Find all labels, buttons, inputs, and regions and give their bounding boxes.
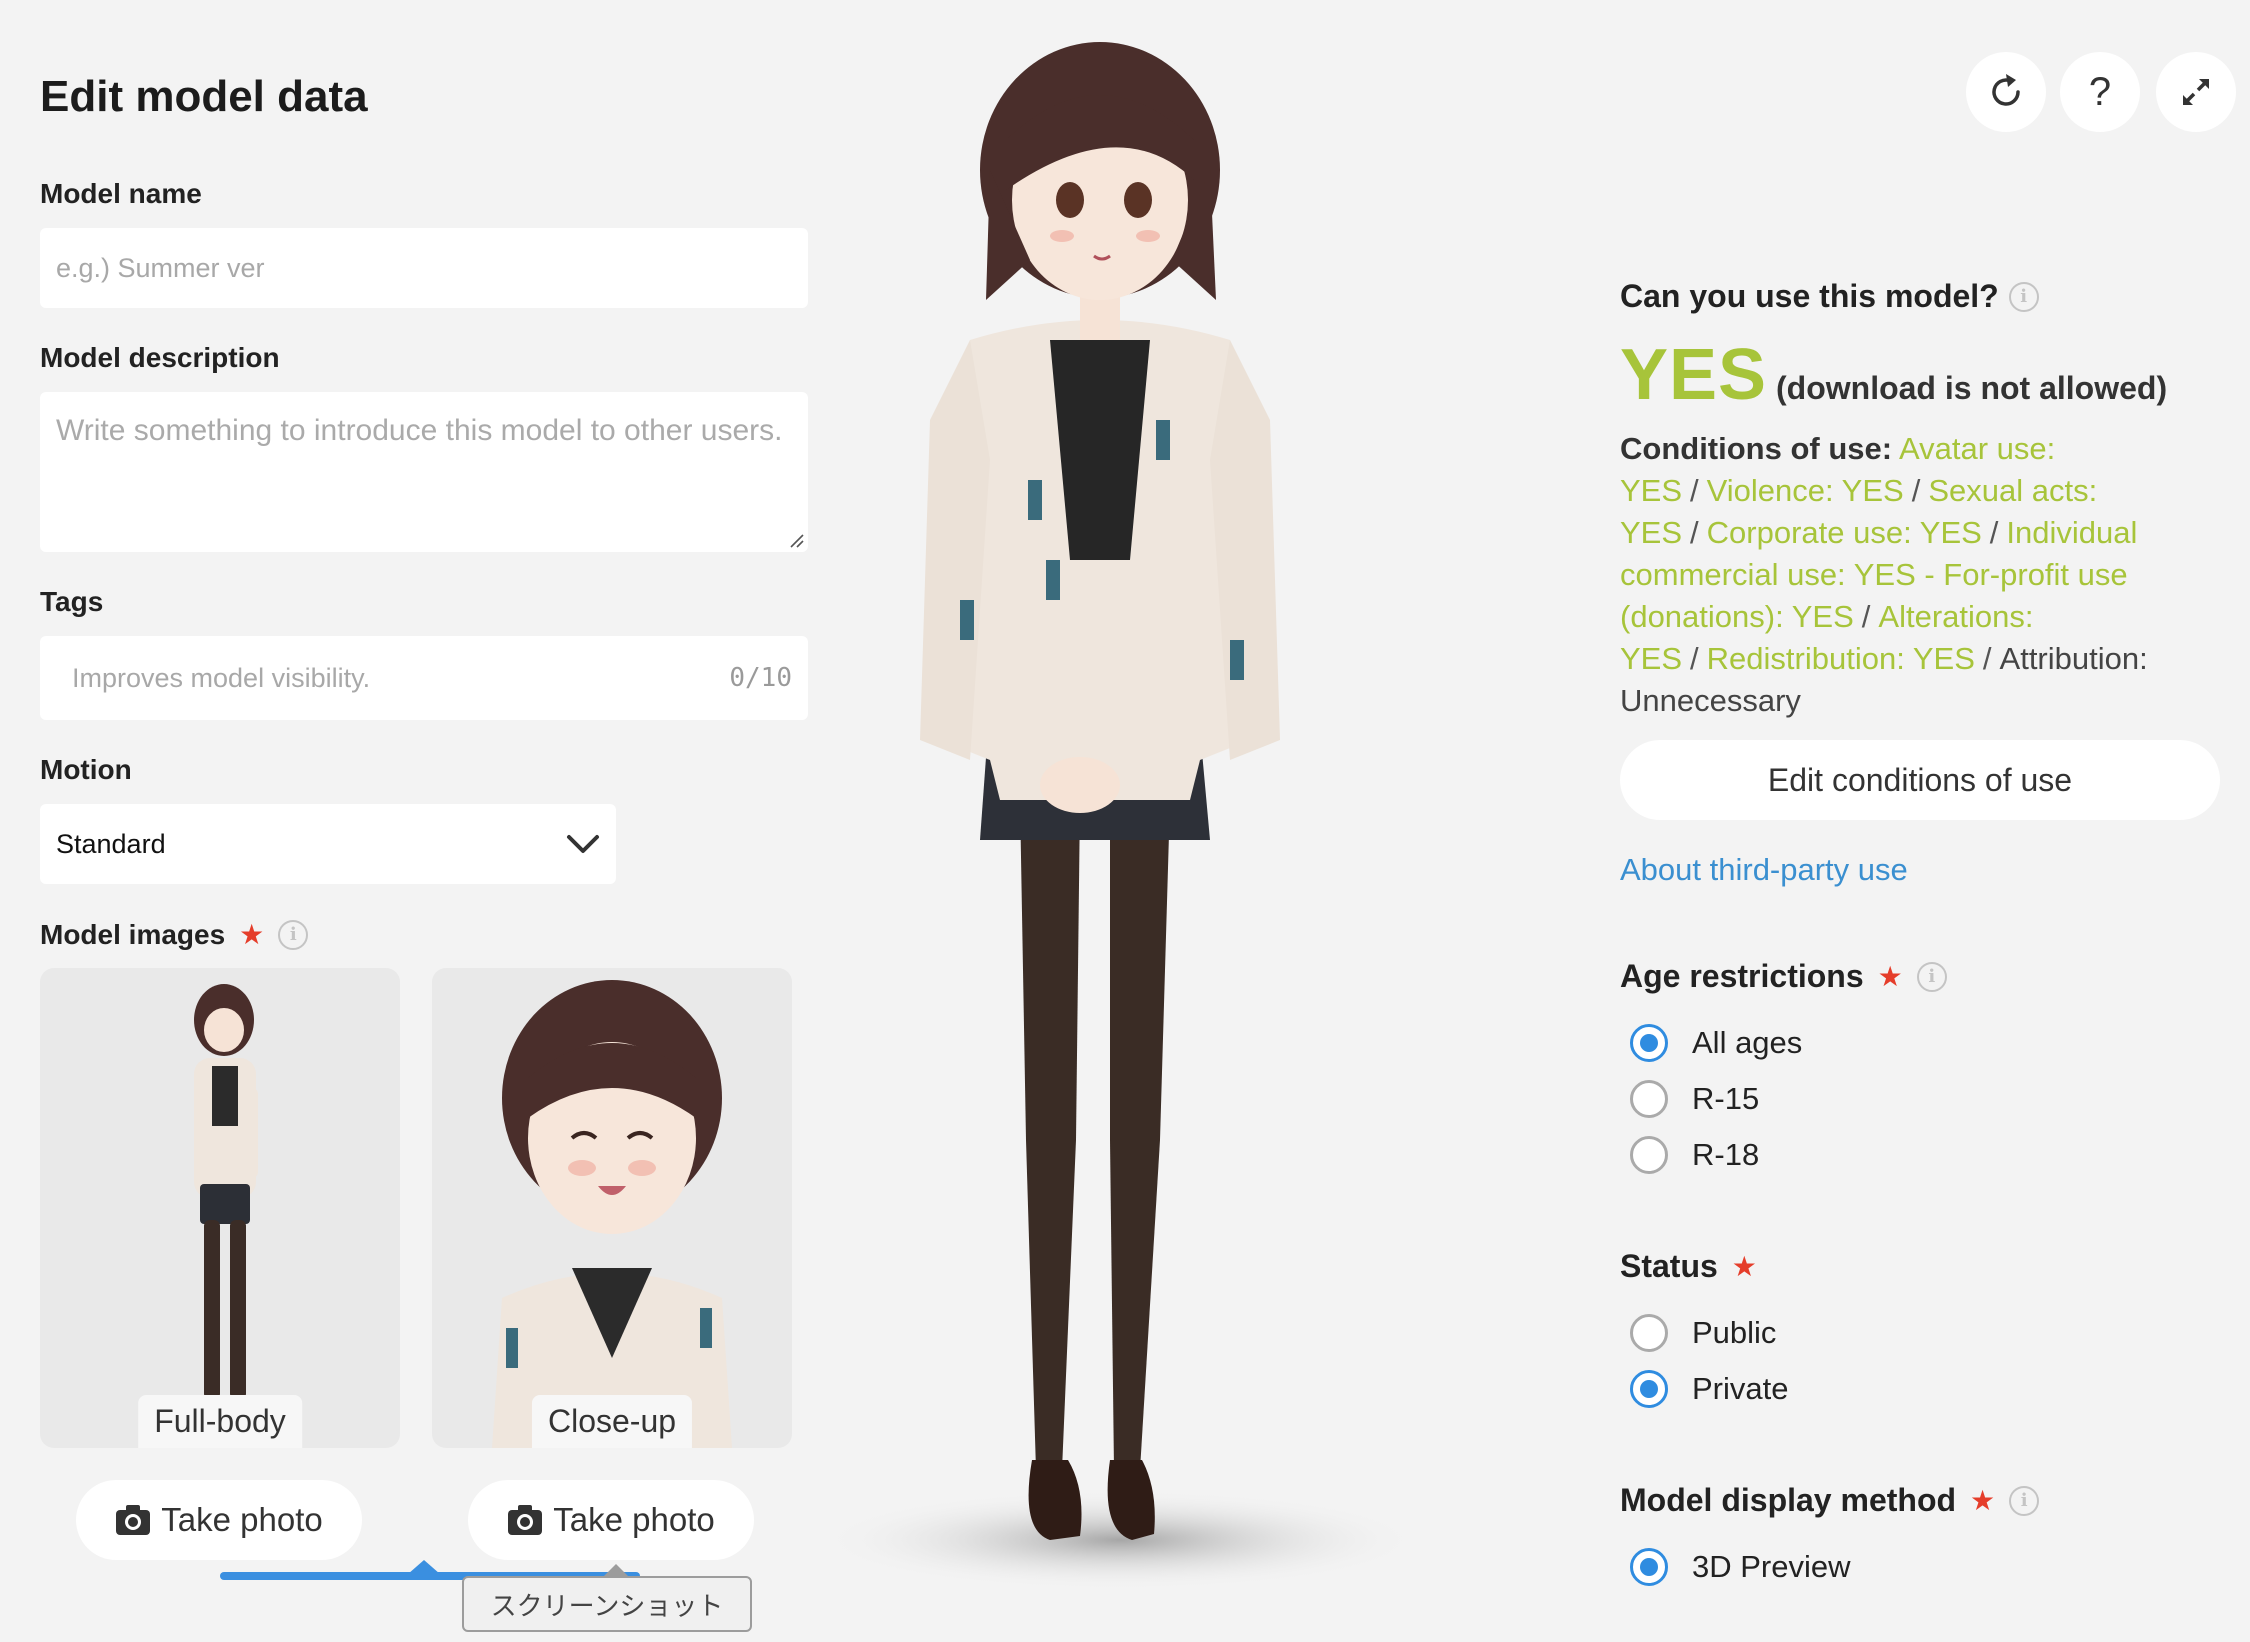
condition-separator: / <box>1690 641 1699 676</box>
model-images-label: Model images <box>40 918 226 950</box>
condition-separator: / <box>1690 515 1699 550</box>
conditions-of-use: Conditions of use: Avatar use: YES / Viole… <box>1620 428 2220 722</box>
condition-separator: / <box>1690 473 1699 508</box>
info-icon[interactable]: i <box>2008 281 2039 312</box>
info-icon[interactable]: i <box>278 919 309 950</box>
usage-heading-row: Can you use this model? i <box>1620 278 2039 315</box>
required-star-icon: ★ <box>1731 1251 1757 1282</box>
required-star-icon: ★ <box>1877 961 1903 992</box>
expand-button[interactable] <box>2156 52 2236 132</box>
model-preview-canvas[interactable] <box>780 40 1460 1620</box>
condition-separator: / <box>1982 641 1992 676</box>
reload-button[interactable] <box>1966 52 2046 132</box>
age-option-label: All ages <box>1692 1025 1803 1060</box>
radio-unselected-icon[interactable] <box>1630 1080 1668 1118</box>
screenshot-tooltip: スクリーンショット <box>462 1564 752 1632</box>
take-photo-label: Take photo <box>553 1501 715 1538</box>
model-description-placeholder: Write something to introduce this model … <box>56 414 783 447</box>
scroll-indicator-pointer <box>408 1560 440 1574</box>
tags-input[interactable]: Improves model visibility. 0/10 <box>40 636 808 720</box>
close-up-label: Close-up <box>531 1395 693 1448</box>
reload-icon <box>1992 74 2020 106</box>
required-star-icon: ★ <box>239 919 265 950</box>
status-label: Status <box>1620 1248 1718 1284</box>
radio-selected-icon[interactable] <box>1630 1370 1668 1408</box>
motion-label: Motion <box>40 754 132 785</box>
model-description-textarea[interactable]: Write something to introduce this model … <box>40 392 808 552</box>
status-option-label: Public <box>1692 1315 1777 1350</box>
edit-conditions-button[interactable]: Edit conditions of use <box>1620 740 2220 820</box>
camera-icon <box>116 1505 151 1535</box>
model-name-placeholder: e.g.) Summer ver <box>56 252 265 283</box>
full-body-image <box>194 984 258 1412</box>
full-body-label: Full-body <box>138 1395 302 1448</box>
full-body-thumbnail[interactable]: Full-body <box>40 968 400 1448</box>
model-name-label: Model name <box>40 178 202 209</box>
display-method-label: Model display method <box>1620 1482 1957 1518</box>
take-photo-full-body-button[interactable]: Take photo <box>76 1480 362 1560</box>
page-title: Edit model data <box>40 72 368 121</box>
age-option-all-ages[interactable]: All ages <box>1630 1024 1802 1062</box>
condition-item: Redistribution: YES <box>1706 641 1975 676</box>
expand-icon <box>2183 79 2209 105</box>
conditions-label: Conditions of use: <box>1620 431 1893 466</box>
motion-selected-value: Standard <box>56 828 166 859</box>
usage-heading: Can you use this model? <box>1620 278 1999 314</box>
model-name-input[interactable]: e.g.) Summer ver <box>40 228 808 308</box>
condition-separator: / <box>1911 473 1921 508</box>
status-option-public[interactable]: Public <box>1630 1314 1776 1352</box>
help-icon: ? <box>2088 69 2112 114</box>
condition-separator: / <box>1989 515 1999 550</box>
info-icon[interactable]: i <box>1916 961 1947 992</box>
radio-selected-icon[interactable] <box>1630 1548 1668 1586</box>
display-option-label: 3D Preview <box>1692 1549 1851 1584</box>
age-option-r15[interactable]: R-15 <box>1630 1080 1759 1118</box>
third-party-use-link[interactable]: About third-party use <box>1620 852 1908 888</box>
model-description-label: Model description <box>40 342 280 373</box>
usage-answer: YES <box>1620 335 1768 415</box>
condition-item: Violence: YES <box>1706 473 1904 508</box>
usage-note: (download is not allowed) <box>1776 370 2168 406</box>
motion-select[interactable]: Standard <box>40 804 616 884</box>
radio-selected-icon[interactable] <box>1630 1024 1668 1062</box>
age-restrictions-label: Age restrictions <box>1620 958 1864 994</box>
info-icon[interactable]: i <box>2009 1485 2040 1516</box>
condition-separator: / <box>1861 599 1871 634</box>
age-option-label: R-18 <box>1692 1137 1760 1172</box>
help-button[interactable]: ? <box>2060 52 2140 132</box>
radio-unselected-icon[interactable] <box>1630 1314 1668 1352</box>
age-restrictions-label-row: Age restrictions ★ i <box>1620 958 1947 995</box>
radio-unselected-icon[interactable] <box>1630 1136 1668 1174</box>
status-label-row: Status ★ <box>1620 1248 1757 1285</box>
display-method-label-row: Model display method ★ i <box>1620 1482 2040 1519</box>
chevron-down-icon <box>567 835 599 853</box>
take-photo-label: Take photo <box>161 1501 323 1538</box>
age-option-label: R-15 <box>1692 1081 1760 1116</box>
close-up-thumbnail[interactable]: Close-up <box>432 968 792 1448</box>
condition-item: Corporate use: YES <box>1706 515 1982 550</box>
required-star-icon: ★ <box>1970 1485 1996 1516</box>
tags-label: Tags <box>40 586 104 617</box>
age-option-r18[interactable]: R-18 <box>1630 1136 1759 1174</box>
tags-placeholder: Improves model visibility. <box>72 662 371 693</box>
camera-icon <box>508 1505 543 1535</box>
model-images-label-row: Model images ★ i <box>40 918 309 951</box>
status-option-label: Private <box>1692 1371 1789 1406</box>
take-photo-close-up-button[interactable]: Take photo <box>468 1480 754 1560</box>
status-option-private[interactable]: Private <box>1630 1370 1788 1408</box>
display-option-3d-preview[interactable]: 3D Preview <box>1630 1548 1851 1586</box>
close-up-image <box>492 980 732 1448</box>
